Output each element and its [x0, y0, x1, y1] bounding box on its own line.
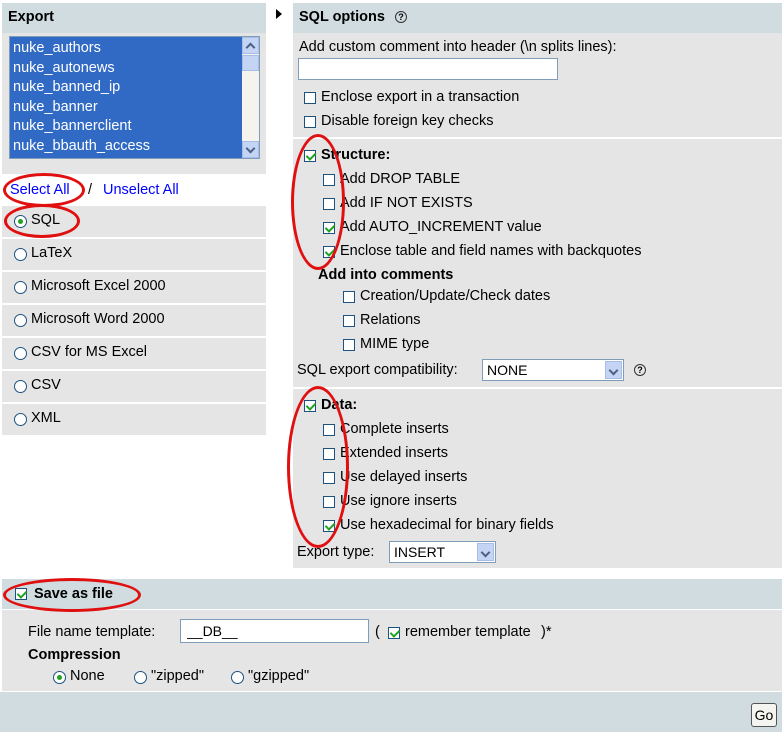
compression-zipped-label: "zipped": [151, 668, 205, 684]
filename-input[interactable]: [180, 619, 369, 643]
filename-label: File name template:: [28, 624, 156, 640]
link-separator: /: [88, 182, 93, 198]
format-label: Microsoft Word 2000: [31, 311, 165, 327]
format-label: LaTeX: [31, 245, 73, 261]
comment-label: Add custom comment into header (\n split…: [299, 39, 617, 55]
compat-value: NONE: [487, 362, 528, 378]
comment-input[interactable]: [298, 58, 558, 80]
sql-options-title: SQL options: [299, 9, 385, 25]
export-type-select[interactable]: INSERT: [389, 541, 496, 563]
enclose-backquotes-label: Enclose table and field names with backq…: [340, 243, 642, 259]
compression-none-label: None: [70, 668, 105, 684]
remember-template-label: remember template: [405, 624, 531, 640]
annotation-ellipse-sql: [4, 204, 80, 238]
compression-gzipped-label: "gzipped": [248, 668, 310, 684]
ignore-inserts-label: Use ignore inserts: [340, 493, 457, 509]
disable-fk-checkbox[interactable]: [304, 116, 316, 128]
extended-inserts-label: Extended inserts: [340, 445, 449, 461]
paren-open: (: [375, 624, 380, 640]
compat-select[interactable]: NONE: [482, 359, 624, 381]
format-radio[interactable]: [14, 248, 27, 261]
format-row[interactable]: CSV for MS Excel: [2, 338, 266, 369]
compression-none-radio[interactable]: [53, 671, 66, 684]
relations-label: Relations: [360, 312, 421, 328]
table-list-item[interactable]: nuke_bannerclient: [13, 118, 132, 135]
footer-bar: [0, 692, 782, 732]
format-label: CSV: [31, 377, 61, 393]
table-list-item[interactable]: nuke_banned_ip: [13, 79, 120, 96]
format-label: XML: [31, 410, 61, 426]
chevron-down-icon[interactable]: [477, 543, 494, 561]
format-radio[interactable]: [14, 347, 27, 360]
annotation-ellipse-save-as-file: [3, 578, 141, 612]
export-header: Export: [2, 3, 266, 33]
mime-type-label: MIME type: [360, 336, 430, 352]
hex-binary-label: Use hexadecimal for binary fields: [340, 517, 554, 533]
format-row[interactable]: LaTeX: [2, 239, 266, 270]
add-drop-table-label: Add DROP TABLE: [340, 171, 461, 187]
format-label: CSV for MS Excel: [31, 344, 148, 360]
add-if-not-exists-label: Add IF NOT EXISTS: [340, 195, 473, 211]
compat-help-icon[interactable]: ?: [634, 364, 646, 376]
format-label: Microsoft Excel 2000: [31, 278, 166, 294]
mime-type-checkbox[interactable]: [343, 339, 355, 351]
export-title: Export: [8, 9, 54, 25]
scroll-thumb[interactable]: [242, 55, 259, 71]
disable-fk-label: Disable foreign key checks: [321, 113, 494, 129]
enclose-transaction-checkbox[interactable]: [304, 92, 316, 104]
format-radio[interactable]: [14, 380, 27, 393]
unselect-all-link[interactable]: Unselect All: [103, 182, 179, 198]
complete-inserts-label: Complete inserts: [340, 421, 449, 437]
annotation-ellipse-data: [287, 386, 349, 548]
sql-options-header: SQL options ?: [293, 3, 782, 33]
chevron-down-icon[interactable]: [605, 361, 622, 379]
paren-close: )*: [541, 624, 552, 640]
enclose-transaction-label: Enclose export in a transaction: [321, 89, 520, 105]
creation-dates-label: Creation/Update/Check dates: [360, 288, 551, 304]
creation-dates-checkbox[interactable]: [343, 291, 355, 303]
table-listbox[interactable]: nuke_authors nuke_autonews nuke_banned_ipn…: [9, 36, 260, 159]
table-list-item[interactable]: nuke_bbauth_access: [13, 138, 150, 155]
scroll-down-arrow[interactable]: [242, 141, 259, 158]
format-radio[interactable]: [14, 281, 27, 294]
go-button[interactable]: Go: [751, 703, 777, 727]
format-row[interactable]: Microsoft Excel 2000: [2, 272, 266, 303]
compat-label: SQL export compatibility:: [297, 362, 458, 378]
scroll-up-arrow[interactable]: [242, 37, 259, 54]
remember-template-checkbox[interactable]: [388, 627, 400, 639]
table-list-item[interactable]: nuke_autonews: [13, 60, 115, 77]
compression-label: Compression: [28, 647, 121, 663]
help-icon[interactable]: ?: [395, 11, 407, 23]
table-list-item[interactable]: nuke_authors: [13, 40, 101, 57]
format-row[interactable]: XML: [2, 404, 266, 435]
format-radio[interactable]: [14, 413, 27, 426]
format-row[interactable]: CSV: [2, 371, 266, 402]
delayed-inserts-label: Use delayed inserts: [340, 469, 468, 485]
format-radio[interactable]: [14, 314, 27, 327]
compression-gzipped-radio[interactable]: [231, 671, 244, 684]
compression-zipped-radio[interactable]: [134, 671, 147, 684]
add-into-comments-label: Add into comments: [318, 267, 454, 283]
table-list-item[interactable]: nuke_banner: [13, 99, 98, 116]
export-type-label: Export type:: [297, 544, 375, 560]
listbox-scrollbar[interactable]: [242, 37, 259, 158]
triangle-right-icon: [276, 9, 282, 19]
add-auto-increment-label: Add AUTO_INCREMENT value: [340, 219, 542, 235]
relations-checkbox[interactable]: [343, 315, 355, 327]
annotation-ellipse-structure: [291, 134, 345, 270]
annotation-ellipse-select-all: [3, 173, 85, 207]
format-row[interactable]: Microsoft Word 2000: [2, 305, 266, 336]
export-type-value: INSERT: [394, 544, 446, 560]
